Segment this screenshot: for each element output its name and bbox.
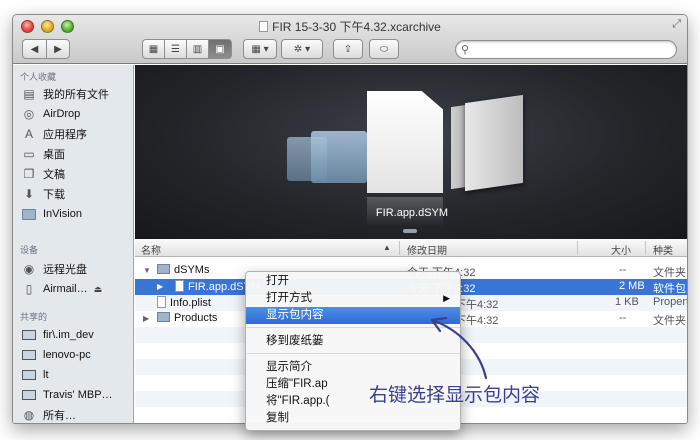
sidebar-item-all-files[interactable]: ▤ 我的所有文件 [21, 84, 133, 104]
bundle-icon [175, 280, 184, 292]
disclosure-expanded-icon[interactable]: ▼ [143, 266, 151, 275]
menu-separator [247, 353, 460, 354]
all-files-icon: ▤ [23, 87, 35, 101]
sidebar-item-documents[interactable]: ❐ 文稿 [21, 164, 133, 184]
list-view-button[interactable]: ☰ [164, 39, 186, 59]
folder-icon [157, 312, 170, 322]
sidebar: 个人收藏 ▤ 我的所有文件 ◎ AirDrop A 应用程序 ▭ 桌面 ❐ 文稿 ⬇ 下载 … [13, 65, 134, 423]
airdrop-icon: ◎ [23, 107, 35, 121]
coverflow-view[interactable]: FIR.app.dSYM [135, 65, 687, 239]
chevron-right-icon: ▶ [54, 43, 62, 55]
coverflow-scrollbar[interactable] [403, 229, 417, 233]
window-title: FIR 15-3-30 下午4.32.xcarchive [272, 20, 441, 34]
downloads-icon: ⬇ [23, 187, 35, 201]
tags-button[interactable]: ⬭ [369, 39, 399, 59]
network-icon: ◍ [23, 408, 35, 422]
column-header-name[interactable]: 名称 [141, 242, 161, 257]
coverflow-caption: FIR.app.dSYM [375, 207, 449, 219]
menu-item-get-info[interactable]: 显示简介 [246, 359, 460, 376]
folder-icon [21, 207, 37, 221]
chevron-left-icon: ◀ [30, 43, 39, 55]
gear-icon: ✲ ▾ [293, 43, 311, 55]
desktop-icon: ▭ [23, 147, 35, 161]
sidebar-item-invision[interactable]: InVision [21, 204, 133, 224]
monitor-icon [21, 388, 37, 402]
monitor-icon [21, 368, 37, 382]
back-button[interactable]: ◀ [22, 39, 46, 59]
annotation-text: 右键选择显示包内容 [369, 385, 541, 406]
search-field[interactable]: ⚲ [455, 40, 677, 59]
monitor-icon [21, 328, 37, 342]
disc-icon: ◉ [23, 262, 35, 276]
forward-button[interactable]: ▶ [46, 39, 70, 59]
menu-item-show-package-contents[interactable]: 显示包内容 [246, 307, 460, 324]
window-title-bar: FIR 15-3-30 下午4.32.xcarchive [13, 18, 687, 35]
sidebar-section-devices: 设备 [20, 245, 39, 255]
menu-item-open-with[interactable]: 打开方式 ▶ [246, 290, 460, 307]
menu-item-move-to-trash[interactable]: 移到废纸篓 [246, 333, 460, 350]
sidebar-item-remote-disc[interactable]: ◉ 远程光盘 [21, 259, 133, 279]
sidebar-item-fir-im-dev[interactable]: fir\.im_dev [21, 325, 133, 345]
sidebar-item-airdrop[interactable]: ◎ AirDrop [21, 104, 133, 124]
disclosure-collapsed-icon[interactable]: ▶ [143, 314, 149, 323]
menu-item-duplicate[interactable]: 复制 [246, 410, 460, 427]
coverflow-view-icon: ▣ [215, 43, 225, 55]
monitor-icon [21, 348, 37, 362]
menu-item-open[interactable]: 打开 [246, 273, 460, 290]
column-header-size[interactable]: 大小 [611, 242, 631, 257]
list-header: 名称 ▲ 修改日期 大小 种类 [135, 239, 687, 257]
context-menu: 打开 打开方式 ▶ 显示包内容 移到废纸篓 显示简介 压缩"FIR.ap 将"FI… [245, 271, 461, 431]
arrange-icon: ▦ ▾ [251, 43, 269, 55]
sidebar-item-lenovo-pc[interactable]: lenovo-pc [21, 345, 133, 365]
eject-icon[interactable]: ⏏ [94, 284, 103, 295]
sort-ascending-icon: ▲ [383, 243, 391, 252]
list-view-icon: ☰ [171, 43, 180, 55]
sidebar-item-all-shared[interactable]: ◍ 所有… [21, 405, 133, 423]
applications-icon: A [24, 127, 33, 141]
column-view-button[interactable]: ▥ [186, 39, 208, 59]
menu-separator [247, 327, 460, 328]
coverflow-view-button[interactable]: ▣ [208, 39, 232, 59]
icon-view-button[interactable]: ▦ [142, 39, 164, 59]
tag-icon: ⬭ [379, 43, 389, 55]
sidebar-item-desktop[interactable]: ▭ 桌面 [21, 144, 133, 164]
coverflow-current-item[interactable] [367, 91, 443, 193]
action-button[interactable]: ✲ ▾ [281, 39, 323, 59]
sidebar-item-airmail[interactable]: ▯ Airmail… ⏏ [21, 279, 133, 299]
sidebar-item-travis-mbp[interactable]: Travis' MBP… [21, 385, 133, 405]
search-icon: ⚲ [461, 44, 470, 56]
plist-file-icon [157, 296, 166, 308]
sidebar-item-applications[interactable]: A 应用程序 [21, 124, 133, 144]
column-view-icon: ▥ [192, 43, 203, 55]
column-header-kind[interactable]: 种类 [653, 242, 673, 257]
submenu-arrow-icon: ▶ [443, 293, 450, 303]
sidebar-section-shared: 共享的 [20, 312, 48, 322]
sidebar-item-downloads[interactable]: ⬇ 下载 [21, 184, 133, 204]
documents-icon: ❐ [23, 167, 35, 181]
disclosure-collapsed-icon[interactable]: ▶ [157, 282, 163, 291]
sidebar-section-favorites: 个人收藏 [20, 72, 57, 82]
drive-icon: ▯ [25, 282, 33, 296]
icon-view-icon: ▦ [148, 43, 159, 55]
document-icon [259, 21, 269, 32]
toolbar: FIR 15-3-30 下午4.32.xcarchive ⤢ ◀ ▶ ▦ ☰ ▥… [13, 15, 687, 64]
folder-icon [157, 264, 170, 274]
arrange-button[interactable]: ▦ ▾ [243, 39, 277, 59]
share-button[interactable]: ⇪ [333, 39, 363, 59]
share-icon: ⇪ [343, 43, 353, 55]
fullscreen-icon[interactable]: ⤢ [672, 18, 681, 31]
column-header-date[interactable]: 修改日期 [407, 242, 447, 257]
coverflow-item-right-1[interactable] [465, 94, 523, 192]
coverflow-folder-left-2[interactable] [287, 137, 327, 181]
sidebar-item-lt[interactable]: lt [21, 365, 133, 385]
